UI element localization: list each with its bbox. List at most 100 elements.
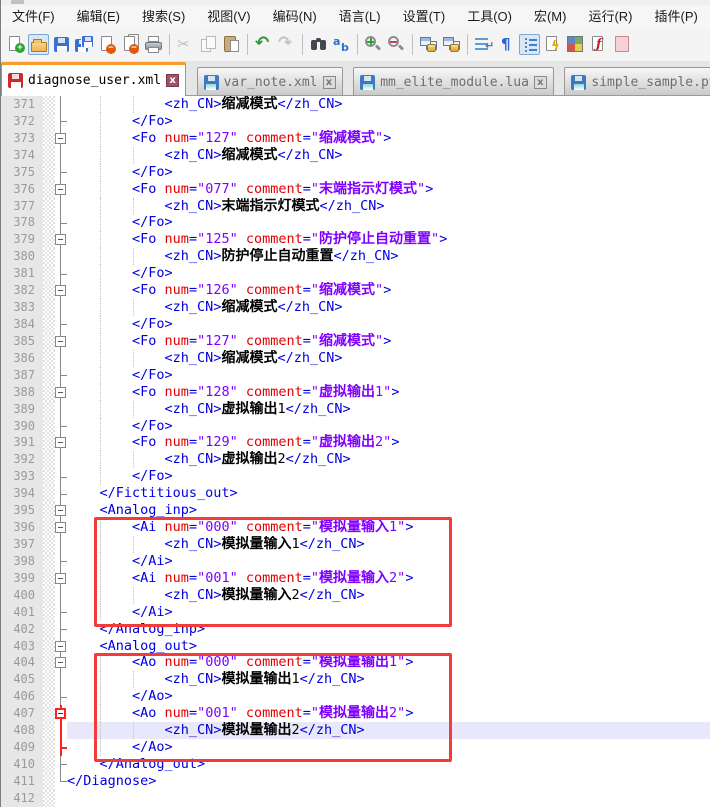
- menu-item-8[interactable]: 宏(M): [523, 5, 578, 28]
- line-number[interactable]: 372: [1, 113, 43, 130]
- show-all-characters-icon[interactable]: [496, 34, 517, 55]
- line-number[interactable]: 387: [1, 367, 43, 384]
- menu-item-3[interactable]: 视图(V): [196, 5, 261, 28]
- line-number[interactable]: 411: [1, 773, 43, 790]
- code-line[interactable]: 384 </Fo>: [1, 316, 710, 333]
- code-line[interactable]: 381 </Fo>: [1, 265, 710, 282]
- code-line[interactable]: 404 <Ao num="000" comment="模拟量输出1">: [1, 654, 710, 671]
- fold-toggle-icon[interactable]: [55, 282, 67, 299]
- line-number[interactable]: 398: [1, 553, 43, 570]
- line-number[interactable]: 407: [1, 705, 43, 722]
- code-line[interactable]: 391 <Fo num="129" comment="虚拟输出2">: [1, 434, 710, 451]
- sync-horizontal-scroll-icon[interactable]: [441, 34, 462, 55]
- code-line[interactable]: 380 <zh_CN>防护停止自动重置</zh_CN>: [1, 248, 710, 265]
- code-line[interactable]: 405 <zh_CN>模拟量输出1</zh_CN>: [1, 671, 710, 688]
- zoom-out-icon[interactable]: [386, 34, 407, 55]
- close-doc-icon[interactable]: [97, 34, 118, 55]
- line-number[interactable]: 408: [1, 722, 43, 739]
- code-line[interactable]: 395 <Analog_inp>: [1, 502, 710, 519]
- save-icon[interactable]: [51, 34, 72, 55]
- menu-item-6[interactable]: 设置(T): [392, 5, 457, 28]
- line-number[interactable]: 390: [1, 418, 43, 435]
- code-line[interactable]: 397 <zh_CN>模拟量输入1</zh_CN>: [1, 536, 710, 553]
- document-map-icon[interactable]: [565, 34, 586, 55]
- code-line[interactable]: 379 <Fo num="125" comment="防护停止自动重置">: [1, 231, 710, 248]
- fold-toggle-icon[interactable]: [55, 502, 67, 519]
- code-line[interactable]: 390 </Fo>: [1, 418, 710, 435]
- tab-var_note.xml[interactable]: var_note.xmlx: [197, 67, 343, 96]
- code-line[interactable]: 402 </Analog_inp>: [1, 621, 710, 638]
- redo-icon[interactable]: [276, 34, 297, 55]
- line-number[interactable]: 397: [1, 536, 43, 553]
- fold-toggle-icon[interactable]: [55, 181, 67, 198]
- fold-toggle-icon[interactable]: [55, 434, 67, 451]
- partial-icon-icon[interactable]: [611, 34, 632, 55]
- tab-close-icon[interactable]: x: [166, 74, 179, 87]
- line-number[interactable]: 405: [1, 671, 43, 688]
- fold-toggle-icon[interactable]: [55, 130, 67, 147]
- fold-toggle-icon[interactable]: [55, 384, 67, 401]
- find-icon[interactable]: [308, 34, 329, 55]
- line-number[interactable]: 379: [1, 231, 43, 248]
- code-line[interactable]: 399 <Ai num="001" comment="模拟量输入2">: [1, 570, 710, 587]
- menu-item-10[interactable]: 插件(P): [644, 5, 709, 28]
- code-line[interactable]: 375 </Fo>: [1, 164, 710, 181]
- line-number[interactable]: 374: [1, 147, 43, 164]
- line-number[interactable]: 388: [1, 384, 43, 401]
- code-editor[interactable]: 371 <zh_CN>缩减模式</zh_CN>372 </Fo>373 <Fo …: [1, 96, 710, 807]
- line-number[interactable]: 404: [1, 654, 43, 671]
- code-line[interactable]: 410 </Analog_out>: [1, 756, 710, 773]
- line-number[interactable]: 402: [1, 621, 43, 638]
- line-number[interactable]: 406: [1, 688, 43, 705]
- line-number[interactable]: 373: [1, 130, 43, 147]
- fold-toggle-icon[interactable]: [55, 705, 67, 722]
- code-line[interactable]: 385 <Fo num="127" comment="缩减模式">: [1, 333, 710, 350]
- copy-icon[interactable]: [198, 34, 219, 55]
- code-line[interactable]: 392 <zh_CN>虚拟输出2</zh_CN>: [1, 451, 710, 468]
- code-line[interactable]: 400 <zh_CN>模拟量输入2</zh_CN>: [1, 587, 710, 604]
- tab-diagnose_user.xml[interactable]: diagnose_user.xmlx: [1, 62, 186, 96]
- print-icon[interactable]: [143, 34, 164, 55]
- menu-item-9[interactable]: 运行(R): [577, 5, 643, 28]
- code-line[interactable]: 378 </Fo>: [1, 214, 710, 231]
- code-line[interactable]: 387 </Fo>: [1, 367, 710, 384]
- fold-toggle-icon[interactable]: [55, 333, 67, 350]
- code-line[interactable]: 376 <Fo num="077" comment="末端指示灯模式">: [1, 181, 710, 198]
- code-line[interactable]: 409 </Ao>: [1, 739, 710, 756]
- code-line[interactable]: 396 <Ai num="000" comment="模拟量输入1">: [1, 519, 710, 536]
- line-number[interactable]: 412: [1, 790, 43, 807]
- code-line[interactable]: 383 <zh_CN>缩减模式</zh_CN>: [1, 299, 710, 316]
- code-line[interactable]: 371 <zh_CN>缩减模式</zh_CN>: [1, 96, 710, 113]
- replace-icon[interactable]: [331, 34, 352, 55]
- fold-toggle-icon[interactable]: [55, 638, 67, 655]
- code-line[interactable]: 408 <zh_CN>模拟量输出2</zh_CN>: [1, 722, 710, 739]
- show-indent-guide-icon[interactable]: [519, 34, 540, 55]
- code-line[interactable]: 411</Diagnose>: [1, 773, 710, 790]
- line-number[interactable]: 396: [1, 519, 43, 536]
- tab-mm_elite_module.lua[interactable]: mm_elite_module.luax: [353, 67, 554, 96]
- code-line[interactable]: 398 </Ai>: [1, 553, 710, 570]
- line-number[interactable]: 393: [1, 468, 43, 485]
- line-number[interactable]: 376: [1, 181, 43, 198]
- fold-toggle-icon[interactable]: [55, 519, 67, 536]
- line-number[interactable]: 375: [1, 164, 43, 181]
- code-line[interactable]: 406 </Ao>: [1, 688, 710, 705]
- line-number[interactable]: 381: [1, 265, 43, 282]
- code-line[interactable]: 407 <Ao num="001" comment="模拟量输出2">: [1, 705, 710, 722]
- line-number[interactable]: 403: [1, 638, 43, 655]
- tab-close-icon[interactable]: x: [534, 76, 547, 89]
- line-number[interactable]: 401: [1, 604, 43, 621]
- code-line[interactable]: 374 <zh_CN>缩减模式</zh_CN>: [1, 147, 710, 164]
- code-line[interactable]: 389 <zh_CN>虚拟输出1</zh_CN>: [1, 401, 710, 418]
- menu-item-0[interactable]: 文件(F): [1, 5, 66, 28]
- user-defined-language-icon[interactable]: [542, 34, 563, 55]
- line-number[interactable]: 386: [1, 350, 43, 367]
- tab-close-icon[interactable]: x: [323, 76, 336, 89]
- close-all-docs-icon[interactable]: [120, 34, 141, 55]
- line-number[interactable]: 382: [1, 282, 43, 299]
- line-number[interactable]: 385: [1, 333, 43, 350]
- code-line[interactable]: 382 <Fo num="126" comment="缩减模式">: [1, 282, 710, 299]
- paste-icon[interactable]: [221, 34, 242, 55]
- line-number[interactable]: 394: [1, 485, 43, 502]
- code-line[interactable]: 401 </Ai>: [1, 604, 710, 621]
